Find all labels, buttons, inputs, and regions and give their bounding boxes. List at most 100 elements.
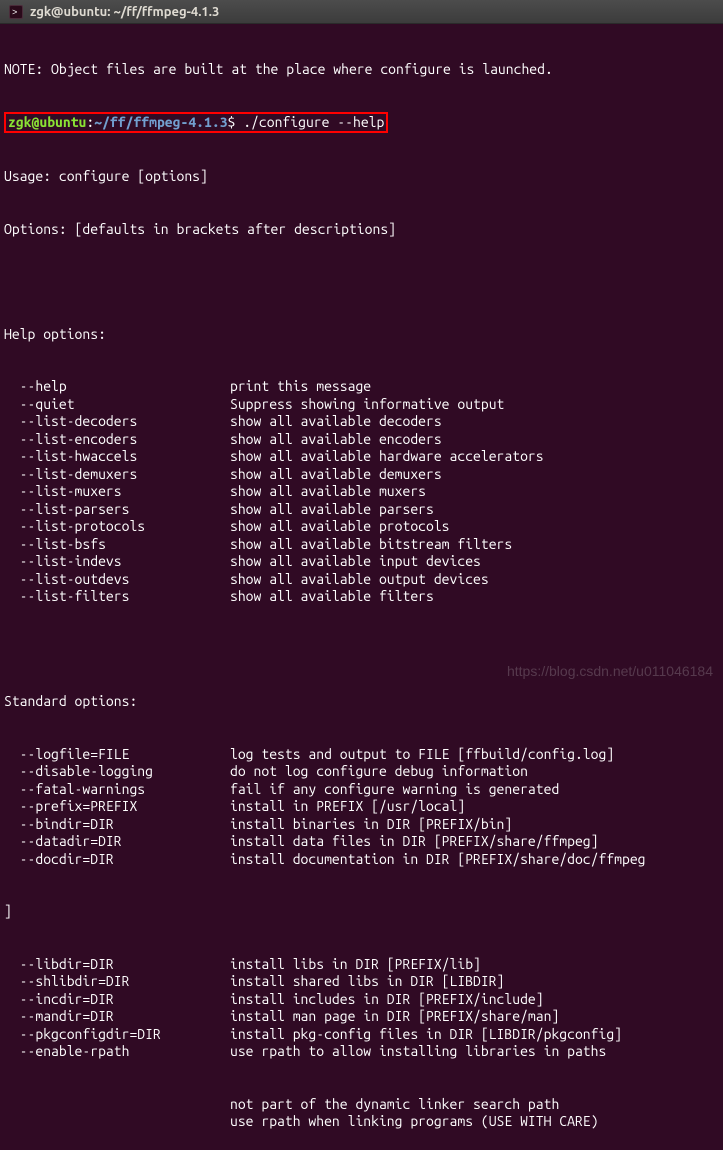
- help-option-desc: show all available parsers: [230, 501, 434, 517]
- standard-option-desc: install documentation in DIR [PREFIX/sha…: [230, 851, 646, 867]
- help-option-desc: show all available input devices: [230, 553, 481, 569]
- help-option-flag: --list-outdevs: [4, 571, 230, 589]
- window-title: zgk@ubuntu: ~/ff/ffmpeg-4.1.3: [30, 5, 219, 19]
- standard-option-flag: --shlibdir=DIR: [4, 973, 230, 991]
- help-option-row: --helpprint this message: [4, 378, 719, 396]
- standard-option-desc: fail if any configure warning is generat…: [230, 781, 559, 797]
- prompt-command: ./configure --help: [243, 114, 384, 130]
- help-option-flag: --list-demuxers: [4, 466, 230, 484]
- standard-option-row: --datadir=DIRinstall data files in DIR […: [4, 833, 719, 851]
- prompt-dollar: $: [228, 114, 244, 130]
- standard-option-desc: install shared libs in DIR [LIBDIR]: [230, 973, 504, 989]
- continuation-desc: use rpath when linking programs (USE WIT…: [230, 1113, 598, 1129]
- svg-text:>: >: [12, 8, 17, 18]
- standard-option-flag: --logfile=FILE: [4, 746, 230, 764]
- help-option-desc: show all available output devices: [230, 571, 489, 587]
- help-option-row: --list-parsersshow all available parsers: [4, 501, 719, 519]
- standard-option-desc: install pkg-config files in DIR [LIBDIR/…: [230, 1026, 622, 1042]
- help-option-row: --list-bsfsshow all available bitstream …: [4, 536, 719, 554]
- standard-option-flag: --docdir=DIR: [4, 851, 230, 869]
- help-option-desc: show all available muxers: [230, 483, 426, 499]
- continuation-row: use rpath when linking programs (USE WIT…: [4, 1113, 719, 1131]
- help-option-flag: --list-encoders: [4, 431, 230, 449]
- help-option-row: --list-demuxersshow all available demuxe…: [4, 466, 719, 484]
- help-option-flag: --list-hwaccels: [4, 448, 230, 466]
- standard-option-row: --disable-loggingdo not log configure de…: [4, 763, 719, 781]
- help-option-desc: Suppress showing informative output: [230, 396, 504, 412]
- command-highlight-box: zgk@ubuntu:~/ff/ffmpeg-4.1.3$ ./configur…: [4, 112, 388, 134]
- standard-option-flag: --fatal-warnings: [4, 781, 230, 799]
- window-titlebar: > zgk@ubuntu: ~/ff/ffmpeg-4.1.3: [0, 0, 723, 24]
- help-option-row: --list-indevsshow all available input de…: [4, 553, 719, 571]
- help-option-flag: --list-indevs: [4, 553, 230, 571]
- help-option-flag: --list-decoders: [4, 413, 230, 431]
- help-option-row: --list-filtersshow all available filters: [4, 588, 719, 606]
- help-option-flag: --list-protocols: [4, 518, 230, 536]
- standard-option-desc: install in PREFIX [/usr/local]: [230, 798, 465, 814]
- bracket-continuation: ]: [4, 903, 719, 921]
- help-option-row: --quietSuppress showing informative outp…: [4, 396, 719, 414]
- standard-option-desc: install data files in DIR [PREFIX/share/…: [230, 833, 598, 849]
- help-option-desc: show all available hardware accelerators: [230, 448, 544, 464]
- standard-option-row: --prefix=PREFIXinstall in PREFIX [/usr/l…: [4, 798, 719, 816]
- terminal-icon: >: [8, 4, 24, 20]
- help-option-row: --list-hwaccelsshow all available hardwa…: [4, 448, 719, 466]
- standard-option-desc: use rpath to allow installing libraries …: [230, 1043, 606, 1059]
- help-option-desc: show all available protocols: [230, 518, 450, 534]
- help-option-desc: show all available bitstream filters: [230, 536, 512, 552]
- standard-option-row: --enable-rpathuse rpath to allow install…: [4, 1043, 719, 1061]
- standard-section-header: Standard options:: [4, 693, 719, 711]
- standard-option-row: --mandir=DIRinstall man page in DIR [PRE…: [4, 1008, 719, 1026]
- standard-option-flag: --mandir=DIR: [4, 1008, 230, 1026]
- standard-option-row: --shlibdir=DIRinstall shared libs in DIR…: [4, 973, 719, 991]
- standard-option-desc: install includes in DIR [PREFIX/include]: [230, 991, 544, 1007]
- help-option-flag: --list-muxers: [4, 483, 230, 501]
- standard-option-flag: --bindir=DIR: [4, 816, 230, 834]
- blank-line: [4, 273, 719, 291]
- prompt-line: zgk@ubuntu:~/ff/ffmpeg-4.1.3$ ./configur…: [4, 114, 719, 134]
- help-option-flag: --list-filters: [4, 588, 230, 606]
- standard-option-row: --pkgconfigdir=DIRinstall pkg-config fil…: [4, 1026, 719, 1044]
- standard-option-desc: install binaries in DIR [PREFIX/bin]: [230, 816, 512, 832]
- prompt-path: ~/ff/ffmpeg-4.1.3: [94, 114, 227, 130]
- options-hint-line: Options: [defaults in brackets after des…: [4, 221, 719, 239]
- help-option-desc: print this message: [230, 378, 371, 394]
- standard-option-flag: --libdir=DIR: [4, 956, 230, 974]
- standard-option-row: --incdir=DIRinstall includes in DIR [PRE…: [4, 991, 719, 1009]
- standard-option-row: --logfile=FILElog tests and output to FI…: [4, 746, 719, 764]
- help-option-flag: --list-bsfs: [4, 536, 230, 554]
- standard-option-row: --fatal-warningsfail if any configure wa…: [4, 781, 719, 799]
- standard-option-row: --docdir=DIRinstall documentation in DIR…: [4, 851, 719, 869]
- standard-option-desc: install libs in DIR [PREFIX/lib]: [230, 956, 481, 972]
- help-option-flag: --help: [4, 378, 230, 396]
- standard-option-desc: install man page in DIR [PREFIX/share/ma…: [230, 1008, 559, 1024]
- help-option-row: --list-muxersshow all available muxers: [4, 483, 719, 501]
- standard-option-flag: --incdir=DIR: [4, 991, 230, 1009]
- standard-option-row: --libdir=DIRinstall libs in DIR [PREFIX/…: [4, 956, 719, 974]
- help-option-desc: show all available decoders: [230, 413, 442, 429]
- standard-option-flag: --disable-logging: [4, 763, 230, 781]
- standard-option-flag: --enable-rpath: [4, 1043, 230, 1061]
- help-option-flag: --list-parsers: [4, 501, 230, 519]
- standard-option-row: --bindir=DIRinstall binaries in DIR [PRE…: [4, 816, 719, 834]
- help-option-row: --list-encodersshow all available encode…: [4, 431, 719, 449]
- help-option-desc: show all available filters: [230, 588, 434, 604]
- note-line: NOTE: Object files are built at the plac…: [4, 61, 719, 79]
- continuation-desc: not part of the dynamic linker search pa…: [230, 1096, 559, 1112]
- terminal-output[interactable]: NOTE: Object files are built at the plac…: [0, 24, 723, 1150]
- help-option-row: --list-protocolsshow all available proto…: [4, 518, 719, 536]
- help-option-flag: --quiet: [4, 396, 230, 414]
- continuation-row: not part of the dynamic linker search pa…: [4, 1096, 719, 1114]
- usage-line: Usage: configure [options]: [4, 168, 719, 186]
- help-section-header: Help options:: [4, 326, 719, 344]
- standard-option-desc: do not log configure debug information: [230, 763, 528, 779]
- standard-option-flag: --prefix=PREFIX: [4, 798, 230, 816]
- help-option-desc: show all available demuxers: [230, 466, 442, 482]
- standard-option-flag: --pkgconfigdir=DIR: [4, 1026, 230, 1044]
- standard-option-desc: log tests and output to FILE [ffbuild/co…: [230, 746, 614, 762]
- prompt-user-host: zgk@ubuntu: [8, 114, 86, 130]
- standard-option-flag: --datadir=DIR: [4, 833, 230, 851]
- help-option-desc: show all available encoders: [230, 431, 442, 447]
- help-option-row: --list-outdevsshow all available output …: [4, 571, 719, 589]
- blank-line: [4, 641, 719, 659]
